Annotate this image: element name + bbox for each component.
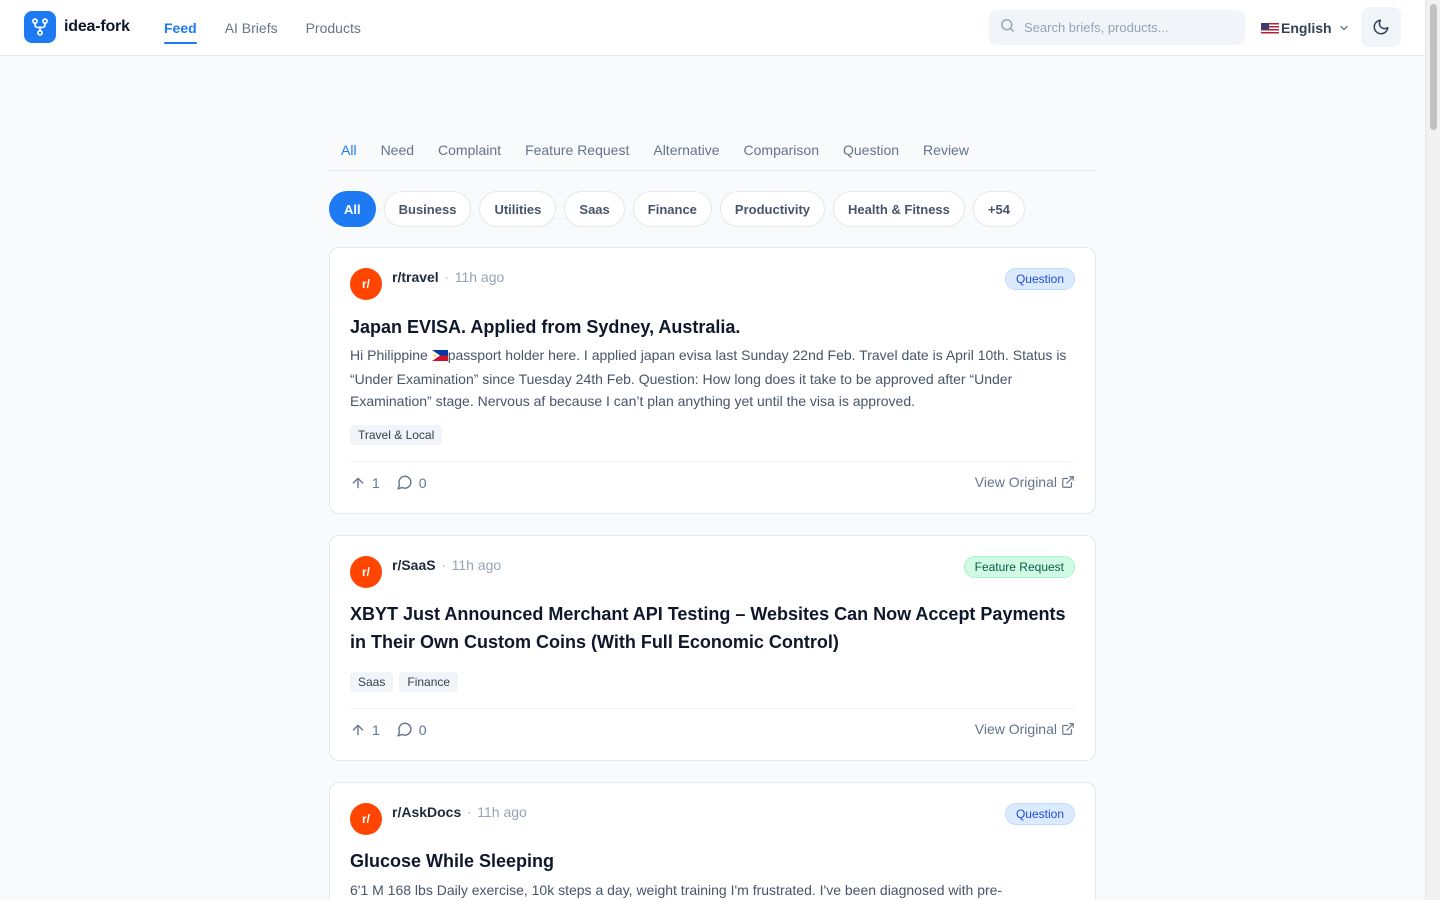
nav-ai-briefs[interactable]: AI Briefs [225,0,278,56]
tag[interactable]: Finance [399,672,459,692]
tab-comparison[interactable]: Comparison [744,130,819,170]
us-flag-icon [1261,22,1279,34]
main-nav: Feed AI Briefs Products [164,0,389,56]
language-label: English [1281,20,1332,36]
app-name: idea-fork [64,18,130,35]
tab-question[interactable]: Question [843,130,899,170]
upvote-count: 1 [372,721,380,738]
tab-review[interactable]: Review [923,130,969,170]
view-original-link[interactable]: View Original [975,474,1075,490]
chip-utilities[interactable]: Utilities [479,191,557,227]
status-badge: Question [1004,268,1075,290]
comment-count: 0 [418,474,427,491]
search-box[interactable] [989,10,1245,45]
tab-complaint[interactable]: Complaint [438,130,501,170]
tag[interactable]: Travel & Local [350,425,443,445]
upvote-count: 1 [372,474,380,491]
external-link-icon [1057,475,1075,489]
meta-separator: · [467,805,472,819]
language-selector[interactable]: English [1261,17,1350,39]
card-divider [350,461,1075,462]
meta-separator: · [441,558,446,572]
post-card: r/ r/travel · 11h ago Question Japan EVI… [329,247,1096,514]
post-title[interactable]: XBYT Just Announced Merchant API Testing… [350,600,1075,656]
tab-feature-request[interactable]: Feature Request [525,130,629,170]
chip-all[interactable]: All [329,191,376,227]
view-original-label: View Original [974,721,1057,737]
post-actions: 1 0 [350,474,443,491]
post-title[interactable]: Japan EVISA. Applied from Sydney, Austra… [350,313,1075,341]
post-time: 11h ago [451,557,502,573]
post-meta: r/SaaS · 11h ago [392,557,501,573]
post-card: r/ r/SaaS · 11h ago Feature Request XBYT… [329,535,1096,761]
theme-toggle-button[interactable] [1361,7,1401,47]
avatar: r/ [350,803,382,835]
card-divider [350,708,1075,709]
tag[interactable]: Saas [350,672,394,692]
chip-health-fitness[interactable]: Health & Fitness [833,191,965,227]
post-body-text-start: Hi Philippine [350,347,432,363]
moon-icon [1372,18,1390,36]
search-input[interactable] [1024,20,1234,35]
chevron-down-icon [1338,22,1350,34]
logo[interactable]: idea-fork [24,11,130,43]
status-badge: Question [1004,803,1075,825]
category-chips: All Business Utilities Saas Finance Prod… [329,191,1033,227]
nav-feed[interactable]: Feed [164,0,197,56]
logo-fork-icon [24,11,56,43]
post-body: Hi Philippine passport holder here. I ap… [350,344,1075,413]
nav-products[interactable]: Products [306,0,361,56]
meta-separator: · [444,270,449,284]
upvote-button[interactable]: 1 [350,475,380,491]
avatar: r/ [350,268,382,300]
arrow-up-icon [350,722,372,738]
post-time: 11h ago [477,804,527,820]
upvote-button[interactable]: 1 [350,722,380,738]
post-card: r/ r/AskDocs · 11h ago Question Glucose … [329,782,1096,900]
comment-icon [396,474,419,491]
chip-productivity[interactable]: Productivity [719,191,826,227]
subreddit-link[interactable]: r/AskDocs [392,804,461,820]
comment-icon [396,721,419,738]
chip-finance[interactable]: Finance [632,191,712,227]
comments-button[interactable]: 0 [396,474,427,491]
tab-alternative[interactable]: Alternative [653,130,719,170]
tab-all[interactable]: All [329,130,357,170]
post-meta: r/travel · 11h ago [392,269,504,285]
post-tags: Saas Finance [350,672,464,692]
chip-saas[interactable]: Saas [564,191,625,227]
chip-more[interactable]: +54 [972,191,1025,227]
subreddit-link[interactable]: r/SaaS [392,557,436,573]
subreddit-link[interactable]: r/travel [392,269,439,285]
comment-count: 0 [418,721,427,738]
status-badge: Feature Request [963,556,1075,578]
intent-tabs: All Need Complaint Feature Request Alter… [329,130,1096,171]
scrollbar-thumb[interactable] [1430,4,1437,130]
post-tags: Travel & Local [350,425,448,445]
search-icon [999,17,1016,39]
comments-button[interactable]: 0 [396,721,427,738]
view-original-link[interactable]: View Original [975,721,1075,737]
post-meta: r/AskDocs · 11h ago [392,804,527,820]
avatar: r/ [350,556,382,588]
post-body-text-rest: passport holder here. I applied japan ev… [350,347,1067,409]
arrow-up-icon [350,475,372,491]
page-scrollbar[interactable] [1425,0,1440,900]
post-title[interactable]: Glucose While Sleeping [350,847,1075,875]
post-time: 11h ago [454,269,505,285]
chip-business[interactable]: Business [383,191,472,227]
view-original-label: View Original [974,474,1057,490]
top-header: idea-fork Feed AI Briefs Products Englis… [0,0,1425,56]
post-actions: 1 0 [350,721,443,738]
philippines-flag-icon [431,345,448,368]
post-body: 6'1 M 168 lbs Daily exercise, 10k steps … [350,882,1003,898]
external-link-icon [1057,722,1075,736]
tab-need[interactable]: Need [381,130,414,170]
